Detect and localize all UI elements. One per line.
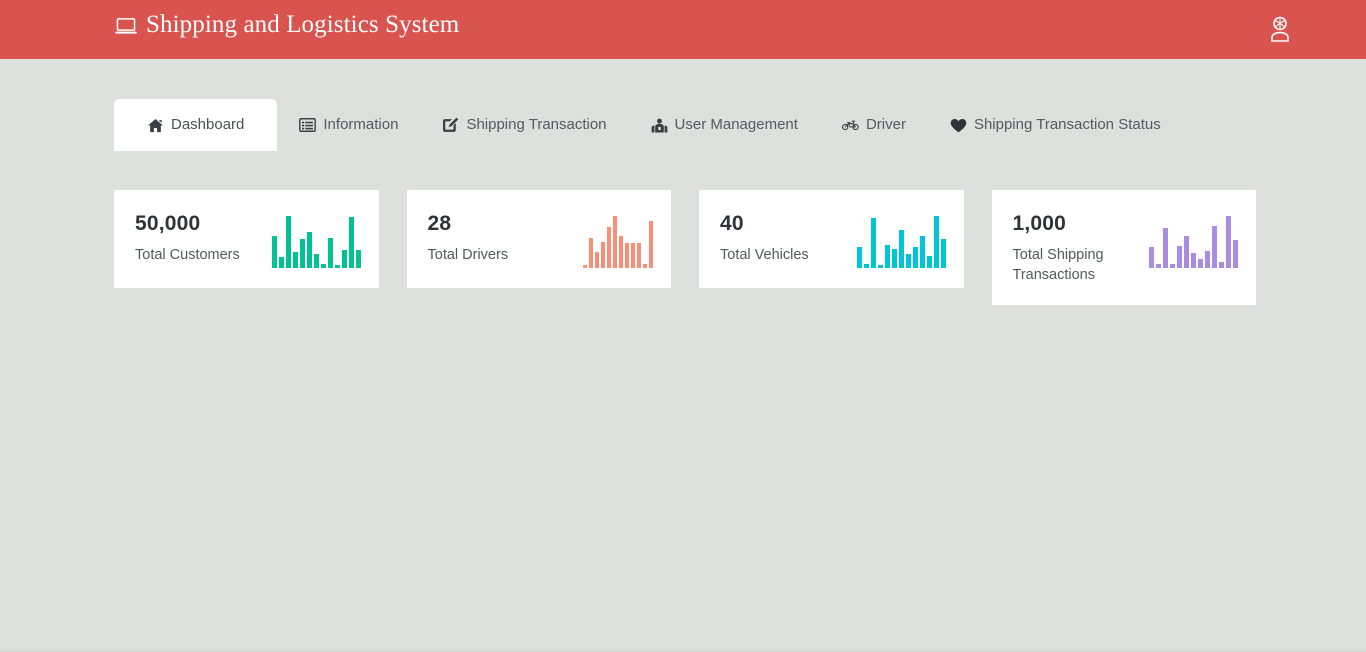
sparkline-bar — [613, 216, 617, 268]
tab-label: User Management — [674, 116, 798, 133]
tab-label: Shipping Transaction Status — [973, 116, 1161, 133]
sparkline-bar — [299, 239, 305, 268]
tab-label: Dashboard — [171, 116, 245, 133]
sparkline-bar — [919, 236, 925, 268]
tab-label: Information — [323, 116, 399, 133]
stat-card-total-shipping-transactions[interactable]: 1,000 Total Shipping Transactions — [991, 190, 1256, 305]
stat-label: Total Customers — [135, 247, 240, 263]
sparkline-bar — [643, 264, 647, 268]
sparkline-bar — [1205, 251, 1210, 268]
pencil-square-icon — [442, 117, 459, 134]
tab-dashboard[interactable]: Dashboard — [114, 99, 278, 151]
stat-card-text: 1,000 Total Shipping Transactions — [1013, 212, 1142, 285]
sparkline-bar — [285, 216, 291, 268]
stat-value: 28 — [427, 212, 452, 235]
home-icon — [147, 117, 164, 134]
stat-card-text: 40 Total Vehicles — [720, 212, 809, 265]
sparkline-bar — [589, 238, 593, 268]
sparkline-bar — [637, 243, 641, 268]
sparkline-bar — [1149, 247, 1154, 268]
sparkline-bar — [649, 221, 653, 268]
sparkline-total-vehicles — [856, 212, 946, 268]
sparkline-bar — [926, 256, 932, 268]
sparkline-bar — [631, 243, 635, 268]
sparkline-bar — [306, 232, 312, 268]
sparkline-bar — [898, 230, 904, 268]
stat-label: Total Drivers — [427, 247, 509, 263]
laptop-icon — [115, 18, 137, 36]
tab-driver[interactable]: Driver — [820, 99, 928, 151]
main-tab-bar: Dashboard Information Shipping Transacti… — [114, 99, 1183, 151]
sparkline-bar — [933, 216, 939, 268]
stat-value: 40 — [720, 212, 744, 235]
sparkline-bar — [320, 264, 326, 268]
stat-value: 50,000 — [135, 212, 201, 235]
sparkline-bar — [278, 257, 284, 268]
sparkline-bar — [1198, 259, 1203, 268]
sparkline-bar — [856, 247, 862, 268]
stat-label: Total Shipping Transactions — [1012, 247, 1104, 283]
user-account-icon[interactable] — [1269, 16, 1291, 42]
stat-card-total-drivers[interactable]: 28 Total Drivers — [406, 190, 671, 288]
tab-user-management[interactable]: User Management — [629, 99, 820, 151]
sparkline-bar — [1184, 236, 1189, 268]
sparkline-total-shipping-transactions — [1149, 212, 1238, 268]
sparkline-bar — [327, 238, 333, 268]
sparkline-bar — [884, 245, 890, 268]
sparkline-bar — [1226, 216, 1231, 268]
sparkline-bar — [905, 254, 911, 268]
stat-card-text: 50,000 Total Customers — [135, 212, 240, 265]
sparkline-bar — [1212, 226, 1217, 268]
sparkline-bar — [292, 252, 298, 268]
list-alt-icon — [299, 117, 317, 134]
tab-shipping-transaction-status[interactable]: Shipping Transaction Status — [928, 99, 1183, 151]
sparkline-bar — [940, 239, 946, 268]
sparkline-bar — [1177, 246, 1182, 268]
sparkline-bar — [595, 252, 599, 268]
sparkline-bar — [863, 264, 869, 268]
sparkline-bar — [912, 247, 918, 268]
heart-icon — [950, 117, 967, 134]
sparkline-bar — [1233, 240, 1238, 268]
sparkline-bar — [271, 236, 277, 268]
sparkline-bar — [607, 227, 611, 268]
sparkline-bar — [601, 242, 605, 268]
sparkline-bar — [583, 265, 587, 268]
stat-card-total-vehicles[interactable]: 40 Total Vehicles — [699, 190, 964, 288]
sparkline-bar — [1219, 262, 1224, 268]
stat-value: 1,000 — [1012, 212, 1067, 235]
stat-card-text: 28 Total Drivers — [428, 212, 509, 265]
app-title: Shipping and Logistics System — [146, 11, 460, 38]
stat-card-total-customers[interactable]: 50,000 Total Customers — [114, 190, 379, 288]
sparkline-bar — [891, 249, 897, 268]
dashboard-stat-cards: 50,000 Total Customers 28 Total Drivers … — [114, 190, 1256, 305]
sparkline-bar — [1170, 264, 1175, 268]
tab-information[interactable]: Information — [277, 99, 420, 151]
sparkline-bar — [355, 250, 361, 268]
sparkline-bar — [870, 218, 876, 268]
tab-label: Driver — [865, 116, 906, 133]
sparkline-bar — [619, 236, 623, 268]
motorcycle-icon — [841, 117, 859, 134]
sparkline-bar — [877, 265, 883, 268]
users-icon — [651, 117, 668, 134]
tab-shipping-transaction[interactable]: Shipping Transaction — [420, 99, 628, 151]
sparkline-bar — [1156, 264, 1161, 268]
sparkline-bar — [1191, 253, 1196, 268]
sparkline-bar — [625, 243, 629, 268]
stat-label: Total Vehicles — [720, 247, 809, 263]
sparkline-bar — [348, 217, 354, 268]
app-header: Shipping and Logistics System — [0, 0, 1366, 59]
sparkline-bar — [1163, 228, 1168, 268]
sparkline-bar — [341, 250, 347, 268]
sparkline-bar — [313, 254, 319, 268]
sparkline-total-drivers — [583, 212, 653, 268]
app-brand: Shipping and Logistics System — [115, 10, 459, 40]
sparkline-bar — [334, 265, 340, 268]
sparkline-total-customers — [271, 212, 361, 268]
tab-label: Shipping Transaction — [466, 116, 607, 133]
